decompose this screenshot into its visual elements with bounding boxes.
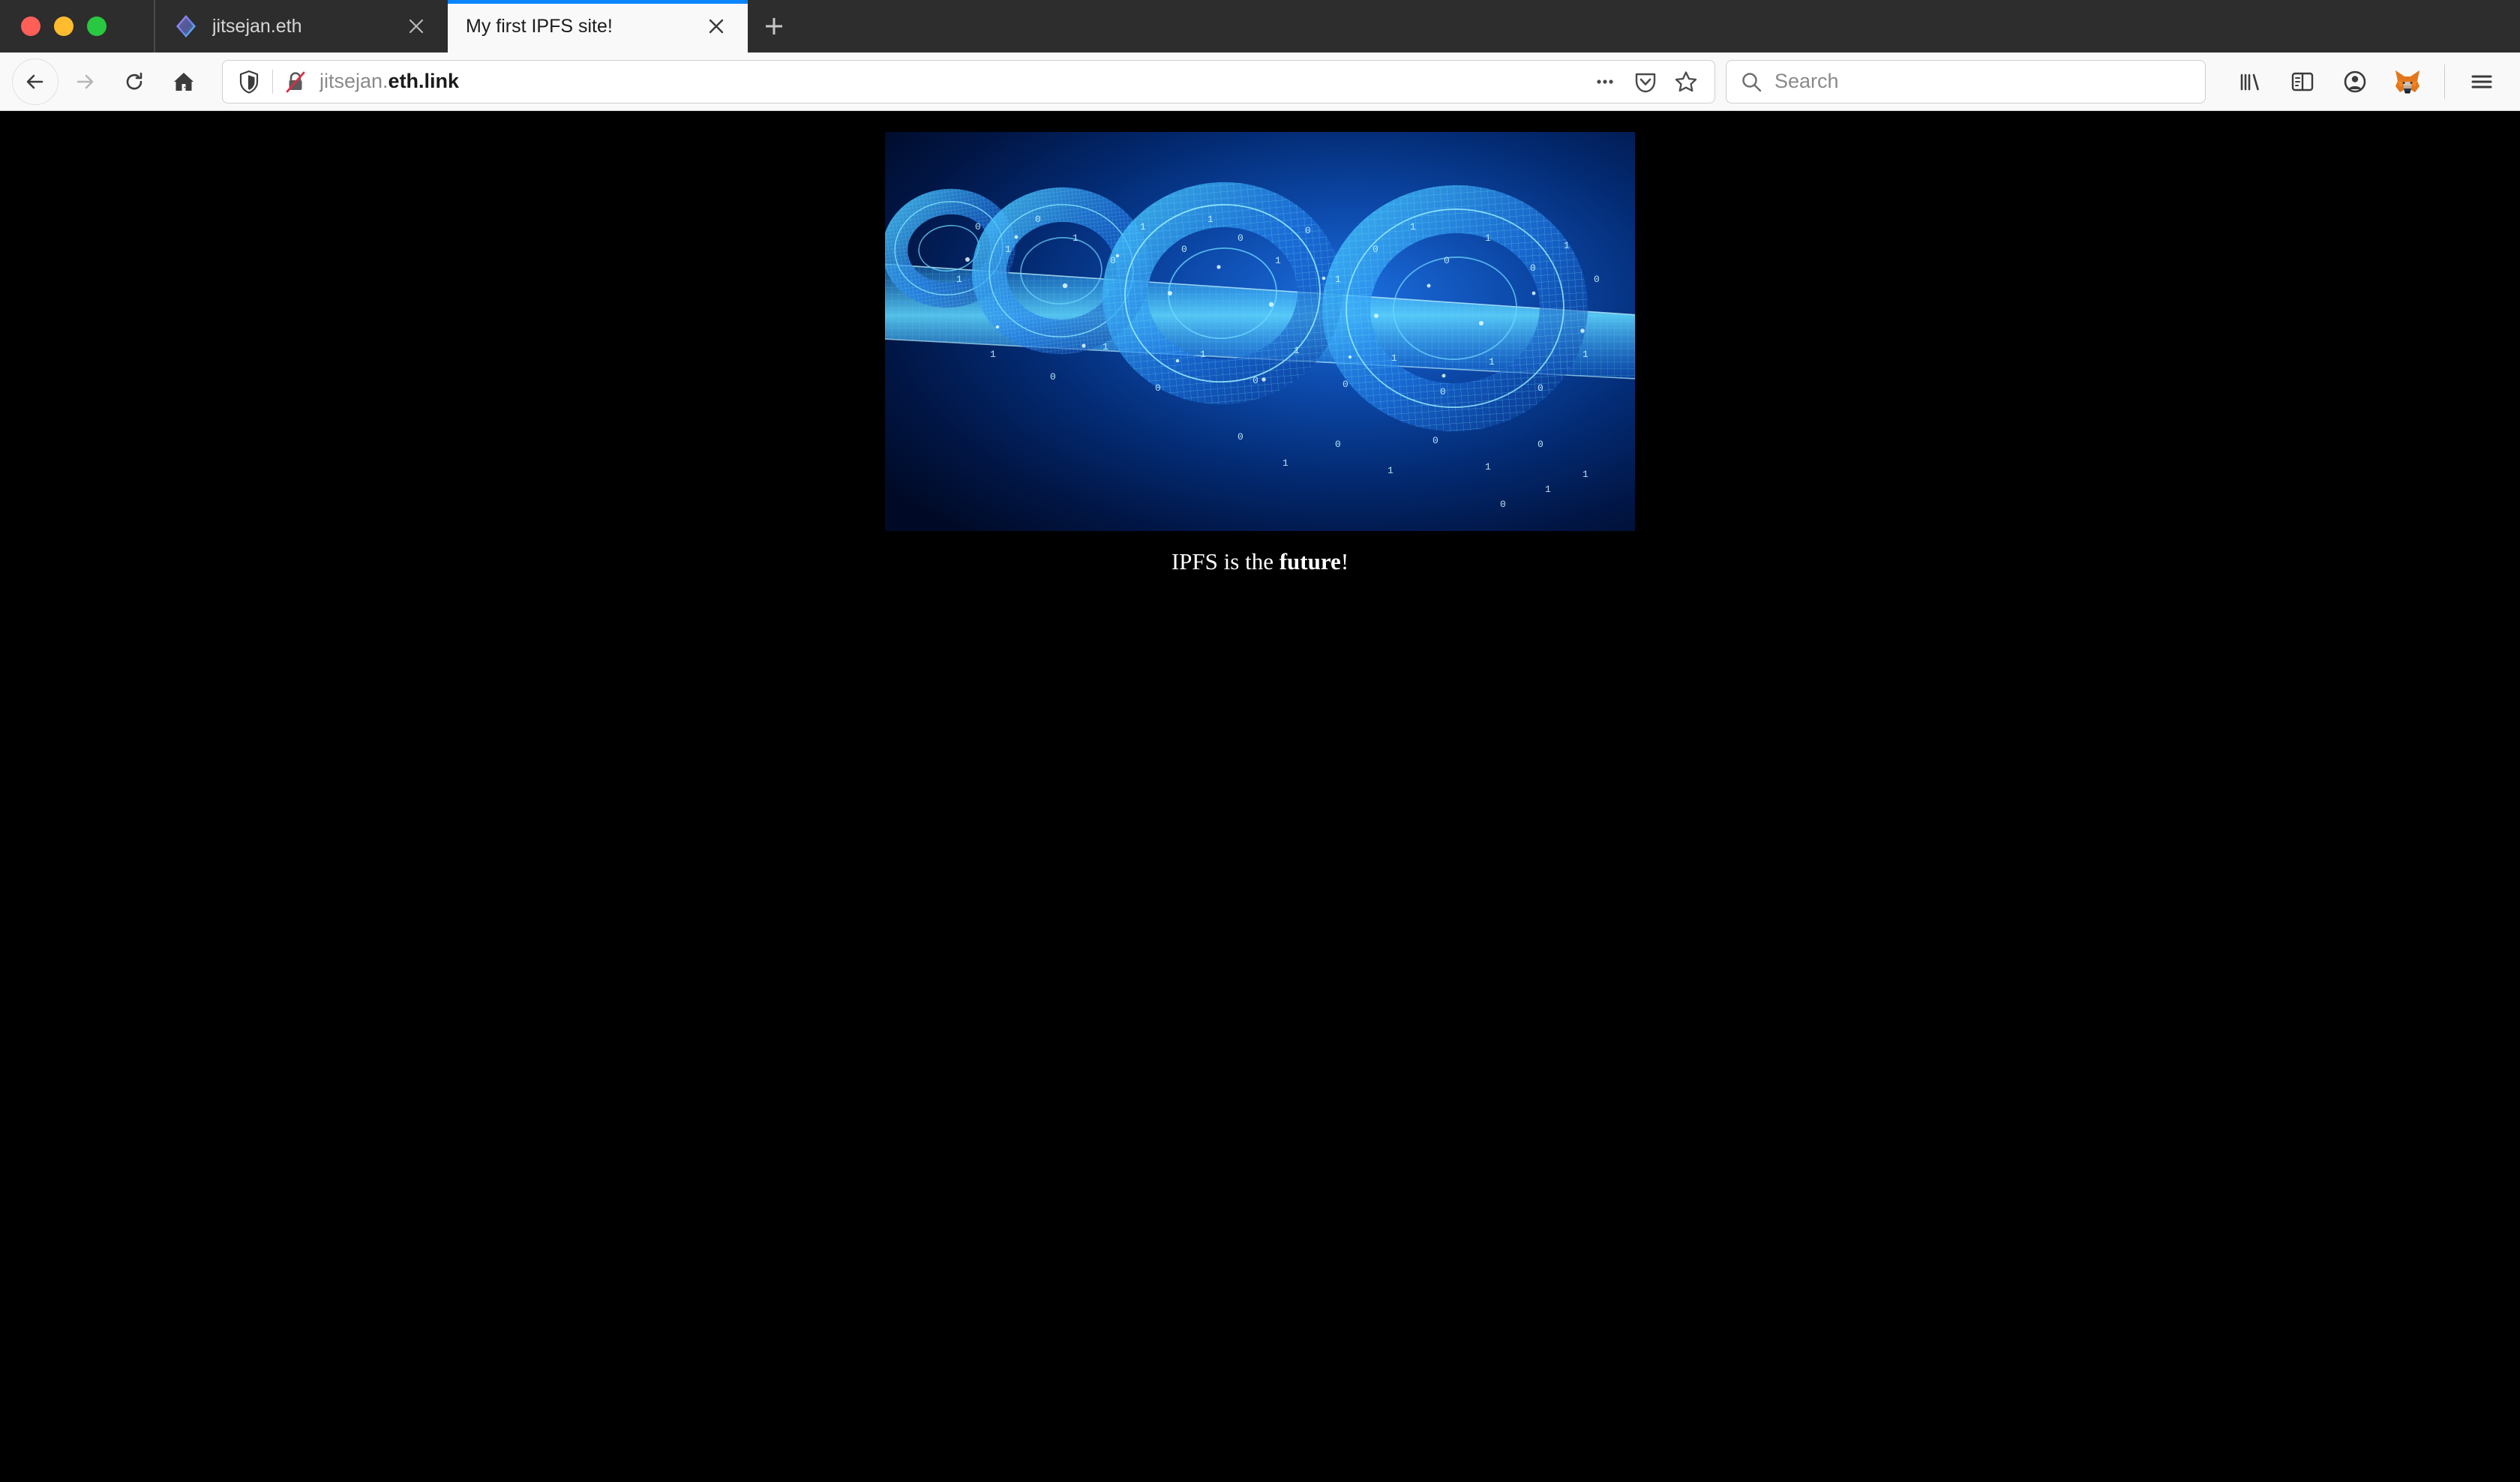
svg-text:1: 1 bbox=[956, 274, 962, 285]
svg-text:0: 0 bbox=[1440, 386, 1446, 398]
svg-text:1: 1 bbox=[1485, 232, 1491, 244]
svg-text:1: 1 bbox=[1335, 274, 1341, 285]
svg-text:0: 0 bbox=[1050, 371, 1056, 382]
svg-text:0: 0 bbox=[1530, 262, 1536, 274]
caption-suffix: ! bbox=[1340, 548, 1349, 574]
svg-text:1: 1 bbox=[1275, 255, 1281, 266]
svg-text:0: 0 bbox=[1342, 379, 1348, 390]
window-close-button[interactable] bbox=[21, 16, 40, 36]
svg-text:0: 0 bbox=[1432, 435, 1438, 446]
svg-text:0: 0 bbox=[1181, 244, 1187, 255]
caption-prefix: IPFS is the bbox=[1171, 548, 1280, 574]
svg-text:1: 1 bbox=[1410, 221, 1416, 232]
svg-text:1: 1 bbox=[1005, 244, 1011, 255]
svg-text:1: 1 bbox=[1140, 221, 1146, 232]
page-actions-icon[interactable] bbox=[1587, 64, 1623, 100]
svg-text:0: 0 bbox=[1110, 255, 1116, 266]
svg-text:1: 1 bbox=[1582, 469, 1588, 480]
tab-close-button[interactable] bbox=[401, 11, 431, 41]
url-text[interactable]: jitsejan.eth.link bbox=[320, 70, 1587, 93]
svg-text:0: 0 bbox=[1035, 214, 1041, 225]
svg-text:1: 1 bbox=[1489, 356, 1495, 368]
caption-strong: future bbox=[1279, 548, 1341, 574]
bookmark-star-icon[interactable] bbox=[1668, 64, 1704, 100]
blockchain-chain-image: 0 1 1 0 1 0 1 0 1 0 1 0 1 0 1 0 1 0 1 0 1 0 1 0 1 0 1 0 1 0… bbox=[885, 132, 1635, 531]
forward-button[interactable] bbox=[62, 58, 108, 105]
window-minimize-button[interactable] bbox=[54, 16, 74, 36]
sidebar-toggle-icon[interactable] bbox=[2279, 58, 2326, 105]
tab-strip: jitsejan.eth My first IPFS site! bbox=[0, 0, 2520, 52]
svg-text:0: 0 bbox=[1444, 255, 1450, 266]
svg-text:0: 0 bbox=[1335, 439, 1341, 450]
tab-title: jitsejan.eth bbox=[212, 15, 302, 37]
address-bar-divider bbox=[272, 69, 273, 94]
svg-text:0: 0 bbox=[1594, 274, 1600, 285]
address-bar-actions bbox=[1587, 64, 1704, 100]
svg-text:1: 1 bbox=[1582, 349, 1588, 360]
insecure-lock-icon[interactable] bbox=[284, 70, 308, 94]
tab-my-first-ipfs-site[interactable]: My first IPFS site! bbox=[448, 0, 748, 52]
svg-text:1: 1 bbox=[1564, 240, 1570, 251]
window-zoom-button[interactable] bbox=[87, 16, 106, 36]
svg-text:1: 1 bbox=[1388, 465, 1394, 476]
svg-text:0: 0 bbox=[1305, 225, 1311, 236]
shield-icon[interactable] bbox=[236, 69, 262, 94]
page-content-area: 0 1 1 0 1 0 1 0 1 0 1 0 1 0 1 0 1 0 1 0 1 0 1 0 1 0 1 0 1 0… bbox=[0, 111, 2520, 1482]
back-button[interactable] bbox=[12, 58, 58, 105]
page-body: 0 1 1 0 1 0 1 0 1 0 1 0 1 0 1 0 1 0 1 0 1 0 1 0 1 0 1 0 1 0… bbox=[0, 111, 2520, 577]
svg-text:1: 1 bbox=[1102, 341, 1108, 352]
svg-text:1: 1 bbox=[1391, 352, 1397, 364]
tab-strip-empty-area[interactable] bbox=[800, 0, 2520, 52]
search-icon bbox=[1738, 69, 1764, 94]
toolbar-right-icons bbox=[2224, 58, 2508, 105]
search-input[interactable]: Search bbox=[1774, 70, 1839, 93]
metamask-extension-icon[interactable] bbox=[2384, 58, 2431, 105]
tab-title: My first IPFS site! bbox=[466, 15, 613, 37]
pocket-icon[interactable] bbox=[1628, 64, 1664, 100]
svg-text:0: 0 bbox=[1500, 499, 1506, 510]
toolbar-divider bbox=[2444, 64, 2445, 99]
hamburger-menu-icon[interactable] bbox=[2458, 58, 2505, 105]
search-bar[interactable]: Search bbox=[1726, 59, 2206, 104]
navigation-toolbar: jitsejan.eth.link Search bbox=[0, 52, 2520, 111]
svg-text:1: 1 bbox=[1072, 232, 1078, 244]
svg-text:0: 0 bbox=[1372, 244, 1378, 255]
svg-text:0: 0 bbox=[975, 221, 981, 232]
account-icon[interactable] bbox=[2332, 58, 2378, 105]
svg-text:1: 1 bbox=[1294, 345, 1300, 356]
page-caption: IPFS is the future! bbox=[0, 548, 2520, 577]
home-button[interactable] bbox=[160, 58, 207, 105]
svg-text:0: 0 bbox=[1155, 382, 1161, 394]
library-icon[interactable] bbox=[2227, 58, 2273, 105]
url-prefix: jitsejan. bbox=[320, 70, 388, 92]
tab-jitsejan-eth[interactable]: jitsejan.eth bbox=[154, 0, 448, 52]
new-tab-button[interactable] bbox=[748, 0, 800, 52]
svg-text:1: 1 bbox=[1200, 349, 1206, 360]
ethereum-diamond-icon bbox=[173, 14, 199, 39]
svg-text:0: 0 bbox=[1538, 382, 1544, 394]
svg-text:1: 1 bbox=[1545, 484, 1551, 495]
svg-text:1: 1 bbox=[1485, 461, 1491, 472]
browser-window: jitsejan.eth My first IPFS site! jitseja… bbox=[0, 0, 2520, 1482]
tab-close-button[interactable] bbox=[701, 11, 731, 41]
window-traffic-lights bbox=[0, 0, 154, 52]
svg-text:1: 1 bbox=[1208, 214, 1214, 225]
svg-text:0: 0 bbox=[1238, 232, 1244, 244]
svg-text:1: 1 bbox=[990, 349, 996, 360]
address-bar[interactable]: jitsejan.eth.link bbox=[222, 59, 1715, 104]
url-domain: eth.link bbox=[388, 70, 460, 92]
svg-text:1: 1 bbox=[1282, 458, 1288, 469]
reload-button[interactable] bbox=[111, 58, 158, 105]
svg-text:0: 0 bbox=[1252, 375, 1258, 386]
svg-text:0: 0 bbox=[1238, 431, 1244, 442]
svg-text:0: 0 bbox=[1538, 439, 1544, 450]
